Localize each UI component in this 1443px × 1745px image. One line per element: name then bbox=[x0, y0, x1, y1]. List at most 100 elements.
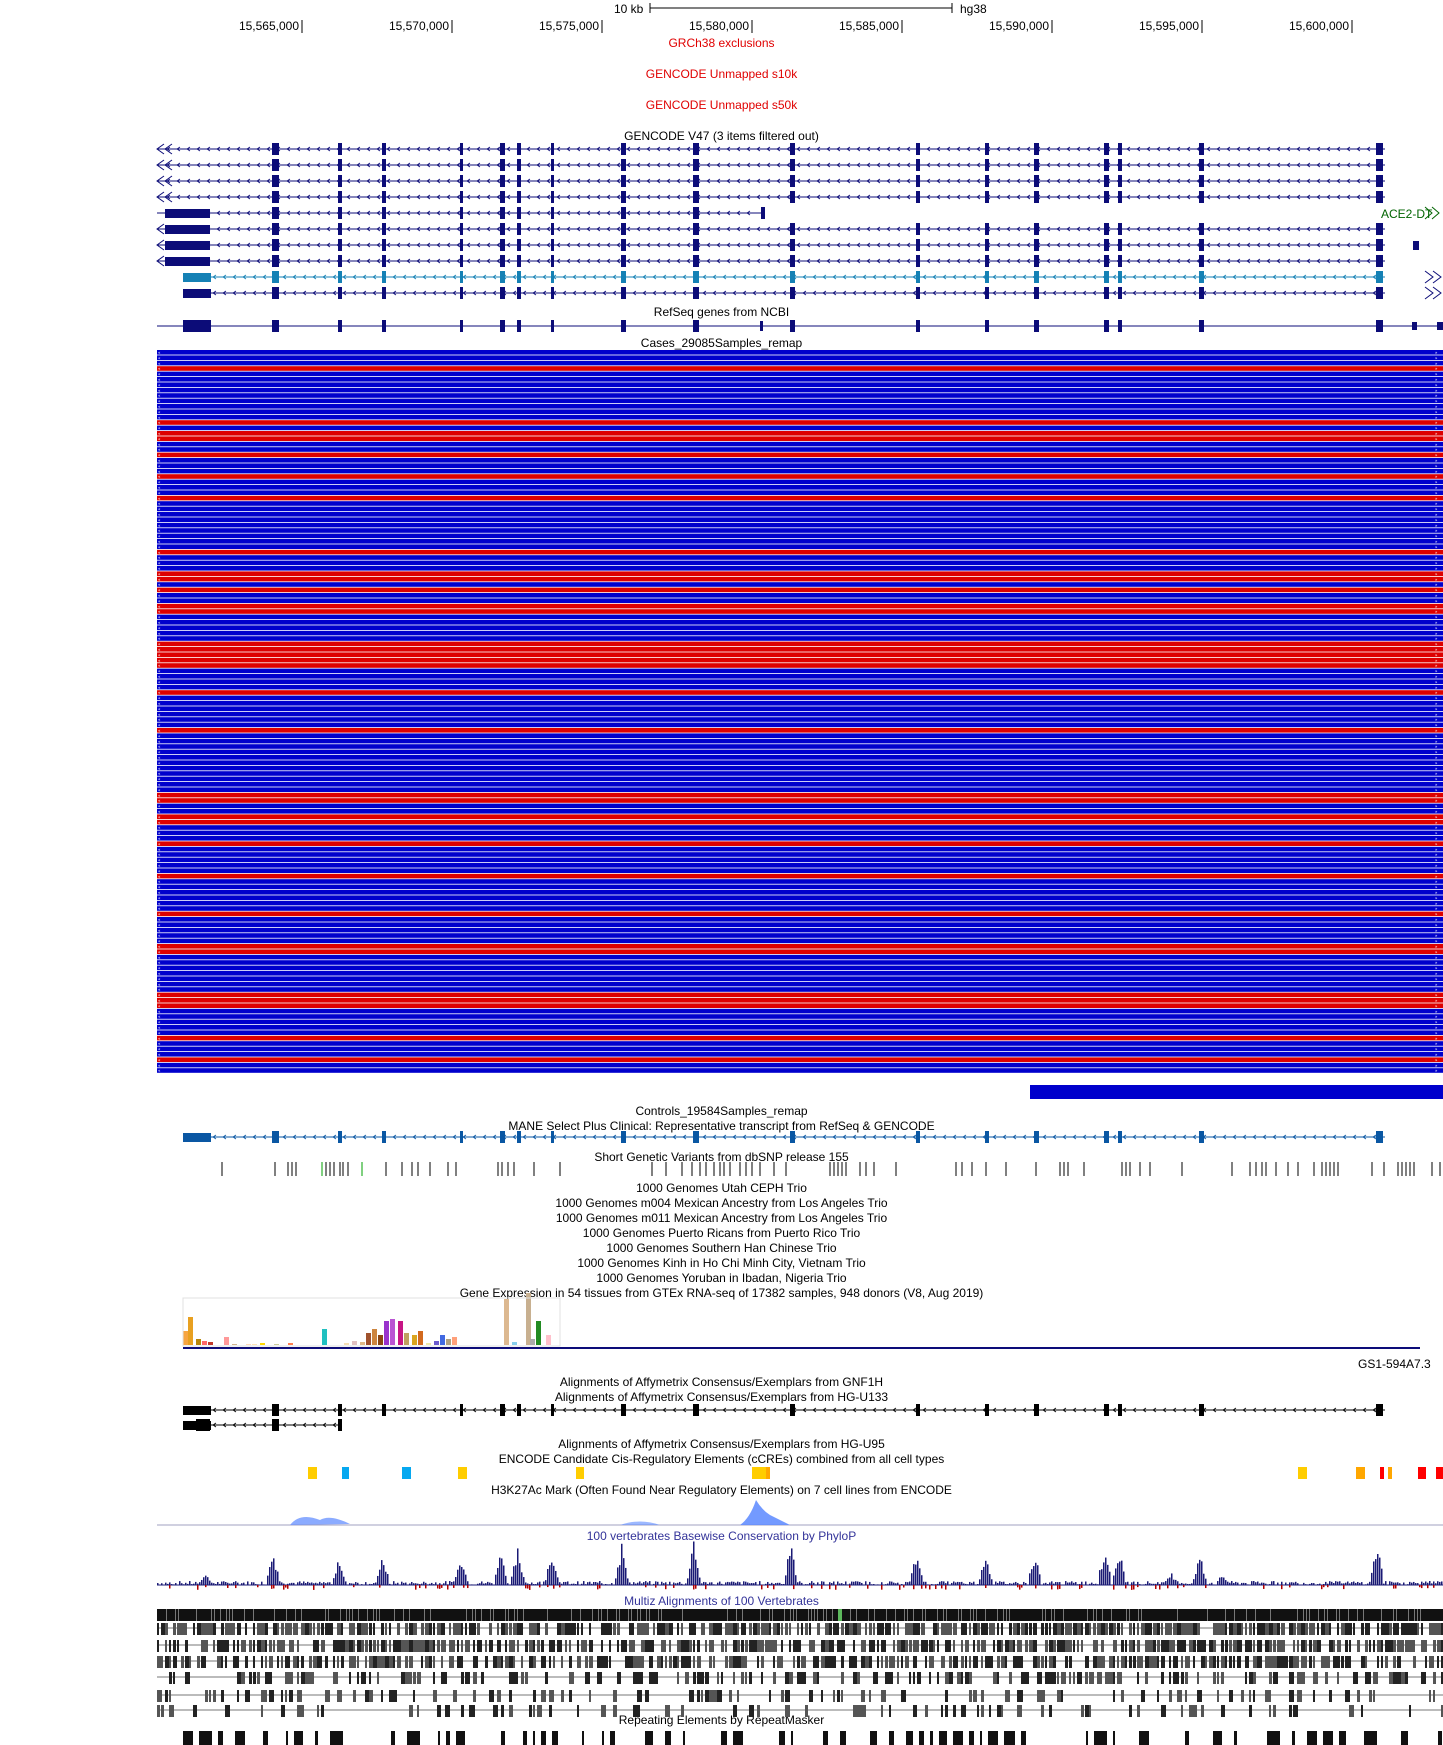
multiz-block bbox=[669, 1640, 671, 1652]
multiz-block bbox=[1253, 1640, 1255, 1652]
phylop-bar bbox=[1095, 1583, 1097, 1585]
multiz-block bbox=[1305, 1640, 1307, 1652]
multiz-block bbox=[1105, 1623, 1108, 1635]
multiz-block bbox=[357, 1623, 361, 1635]
case-row bbox=[157, 863, 1443, 868]
multiz-summary-gap bbox=[832, 1609, 833, 1621]
phylop-bar bbox=[217, 1582, 219, 1585]
phylop-bar bbox=[647, 1582, 649, 1585]
phylop-bar bbox=[1391, 1581, 1393, 1585]
case-row bbox=[157, 906, 1443, 911]
phylop-bar bbox=[513, 1566, 515, 1585]
phylop-bar bbox=[631, 1584, 633, 1585]
phylop-bar bbox=[241, 1583, 243, 1585]
phylop-bar bbox=[1003, 1581, 1005, 1585]
phylop-neg-bar bbox=[705, 1585, 707, 1590]
multiz-block bbox=[365, 1690, 369, 1702]
multiz-block bbox=[641, 1656, 644, 1668]
multiz-block bbox=[1153, 1623, 1157, 1635]
ccre-element bbox=[1356, 1467, 1365, 1479]
case-row bbox=[157, 879, 1443, 884]
phylop-bar bbox=[1289, 1582, 1291, 1585]
tracks-canvas[interactable]: «»« »« »« »« »« »« »« »« »« »« »« »« »« »« »« »« »« »« »«»… bbox=[0, 0, 1443, 1745]
exon bbox=[790, 175, 795, 187]
multiz-block bbox=[253, 1672, 256, 1684]
case-row bbox=[157, 679, 1443, 684]
case-row bbox=[157, 436, 1443, 441]
case-row bbox=[157, 922, 1443, 927]
exon bbox=[272, 207, 279, 219]
multiz-block bbox=[909, 1672, 911, 1684]
phylop-bar bbox=[1097, 1584, 1099, 1585]
multiz-block bbox=[1021, 1623, 1025, 1635]
multiz-block bbox=[1181, 1672, 1184, 1684]
multiz-block bbox=[537, 1705, 542, 1717]
repeat-element bbox=[1021, 1731, 1026, 1745]
multiz-block bbox=[897, 1623, 899, 1635]
phylop-bar bbox=[1353, 1581, 1355, 1585]
multiz-summary-gap bbox=[1408, 1609, 1409, 1621]
phylop-bar bbox=[701, 1583, 703, 1585]
multiz-block bbox=[637, 1623, 641, 1635]
case-row bbox=[157, 614, 1443, 620]
multiz-block bbox=[953, 1640, 955, 1652]
multiz-block bbox=[577, 1705, 579, 1717]
exon bbox=[1034, 239, 1039, 251]
phylop-bar bbox=[439, 1583, 441, 1585]
refseq-exon bbox=[1118, 320, 1122, 332]
multiz-block bbox=[801, 1656, 806, 1668]
multiz-summary-gap bbox=[346, 1609, 347, 1621]
multiz-block bbox=[1429, 1623, 1433, 1635]
exon bbox=[621, 159, 626, 171]
phylop-bar bbox=[857, 1581, 859, 1585]
case-row bbox=[157, 706, 1443, 711]
multiz-block bbox=[505, 1623, 508, 1635]
multiz-block bbox=[977, 1640, 980, 1652]
phylop-neg-bar bbox=[645, 1585, 647, 1588]
repeat-element bbox=[1307, 1731, 1317, 1745]
phylop-bar bbox=[351, 1583, 353, 1585]
phylop-bar bbox=[643, 1582, 645, 1585]
phylop-bar bbox=[397, 1582, 399, 1585]
multiz-block bbox=[1217, 1656, 1219, 1668]
phylop-bar bbox=[1127, 1581, 1129, 1585]
phylop-bar bbox=[1173, 1579, 1175, 1585]
phylop-bar bbox=[1273, 1581, 1275, 1585]
multiz-block bbox=[1257, 1656, 1262, 1668]
phylop-bar bbox=[1131, 1582, 1133, 1585]
multiz-block bbox=[421, 1656, 423, 1668]
multiz-block bbox=[497, 1640, 501, 1652]
multiz-block bbox=[1025, 1672, 1029, 1684]
phylop-bar bbox=[1269, 1584, 1271, 1585]
multiz-block bbox=[1197, 1672, 1199, 1684]
phylop-bar bbox=[429, 1583, 431, 1585]
multiz-block bbox=[521, 1672, 524, 1684]
phylop-bar bbox=[225, 1582, 227, 1585]
phylop-bar bbox=[497, 1567, 499, 1585]
multiz-block bbox=[1285, 1656, 1288, 1668]
case-row bbox=[157, 819, 1443, 825]
multiz-block bbox=[789, 1623, 791, 1635]
phylop-bar bbox=[507, 1583, 509, 1585]
multiz-block bbox=[761, 1672, 763, 1684]
multiz-block bbox=[1361, 1623, 1364, 1635]
multiz-summary-gap bbox=[481, 1609, 482, 1621]
case-row bbox=[157, 560, 1443, 566]
exon bbox=[517, 255, 521, 267]
phylop-bar bbox=[447, 1584, 449, 1585]
exon bbox=[985, 255, 989, 267]
multiz-block bbox=[409, 1705, 413, 1717]
multiz-summary-gap bbox=[466, 1609, 467, 1621]
utr-block bbox=[165, 225, 210, 234]
genome-browser-image[interactable]: 10 kb hg38 15,565,000 15,570,000 15,575,00… bbox=[0, 0, 1443, 1745]
multiz-block bbox=[1241, 1690, 1244, 1702]
multiz-block bbox=[1289, 1690, 1294, 1702]
multiz-block bbox=[241, 1640, 246, 1652]
affy-u133-track bbox=[183, 1404, 1385, 1431]
case-row bbox=[157, 873, 1443, 879]
multiz-block bbox=[465, 1623, 467, 1635]
case-row bbox=[157, 522, 1443, 528]
multiz-block bbox=[521, 1623, 523, 1635]
multiz-block bbox=[1177, 1690, 1182, 1702]
phylop-bar bbox=[293, 1582, 295, 1585]
